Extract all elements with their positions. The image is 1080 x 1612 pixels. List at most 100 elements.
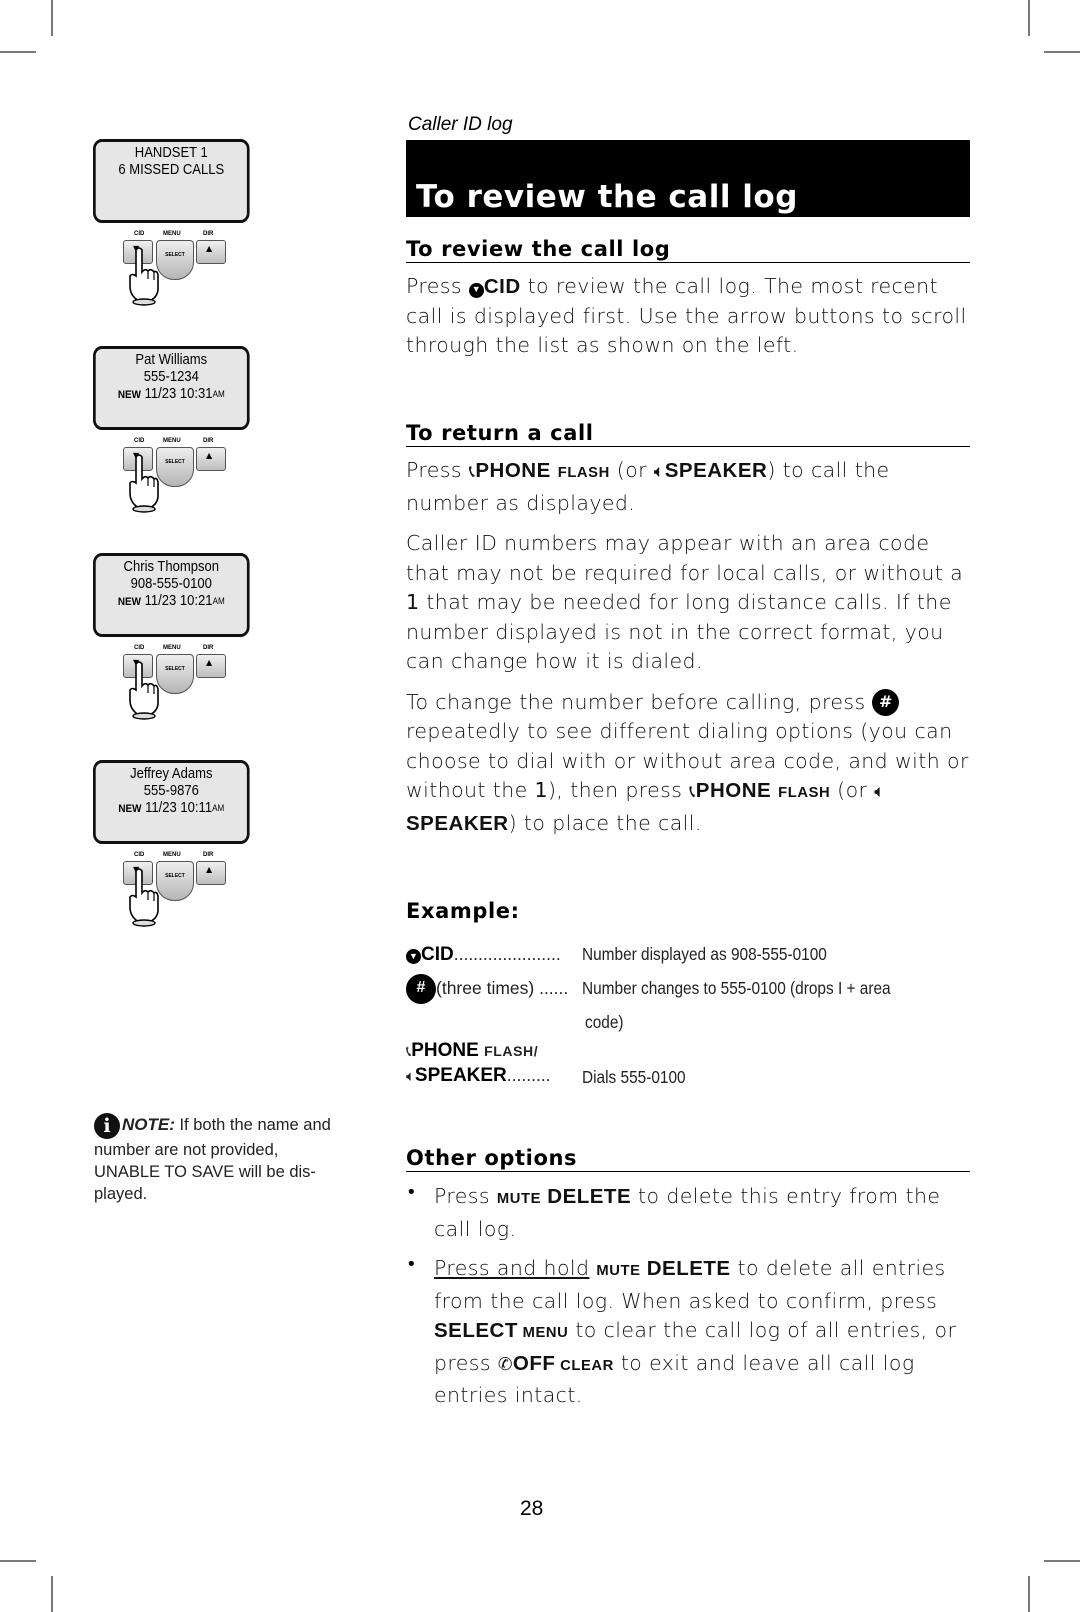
- title-bar: To review the call log: [406, 140, 970, 217]
- off-handset-icon: ✆: [497, 1354, 513, 1375]
- new-tag: NEW: [117, 596, 141, 608]
- page-title: To review the call log: [416, 179, 798, 215]
- text: Press: [406, 274, 469, 298]
- crop-mark: [1044, 1560, 1080, 1562]
- flash-key: FLASH: [778, 785, 831, 801]
- cid-label: CID: [134, 438, 145, 444]
- lcd-line-1: Chris Thompson: [123, 559, 220, 575]
- handset-screen-illustration: Pat Williams 555-1234 NEW 11/23 10:31AM …: [93, 346, 273, 518]
- mute-key: MUTE: [596, 1263, 641, 1279]
- leader-dots: .........: [506, 1065, 551, 1085]
- select-button: SELECT: [156, 447, 194, 487]
- paragraph: To change the number before calling, pre…: [406, 688, 970, 839]
- select-button: SELECT: [156, 654, 194, 694]
- speaker-icon: 🔈︎: [874, 782, 886, 802]
- lcd-line-1: Jeffrey Adams: [130, 766, 213, 782]
- info-icon: i: [94, 1113, 120, 1139]
- menu-label: MENU: [163, 231, 181, 237]
- section-label: Caller ID log: [408, 114, 513, 135]
- cid-down-icon: ▼: [406, 949, 421, 964]
- lcd-line-3: NEW 11/23 10:21AM: [96, 593, 247, 611]
- keypad: CID MENU DIR ▼ SELECT ▲: [123, 231, 263, 311]
- cid-label: CID: [134, 231, 145, 237]
- mute-key: MUTE: [496, 1191, 542, 1207]
- pointing-hand-icon: [129, 868, 159, 927]
- section-review: To review the call log Press ▼ CID to rev…: [406, 237, 970, 361]
- lcd-line-3: NEW 11/23 10:11AM: [96, 800, 247, 818]
- text: (or: [609, 458, 654, 482]
- example-row: ▼ CID......................: [406, 944, 561, 966]
- text: Caller ID numbers may appear with an are…: [406, 531, 964, 585]
- am-pm: AM: [212, 803, 225, 813]
- crop-mark: [1028, 0, 1030, 36]
- cid-down-icon: ▼: [468, 283, 484, 298]
- crop-mark: [1044, 51, 1080, 53]
- text: Press: [406, 458, 469, 482]
- menu-label: MENU: [163, 852, 181, 858]
- date-time: 11/23 10:21: [144, 593, 213, 609]
- cid-key: CID: [483, 275, 521, 298]
- example-desc: Dials 555-0100: [582, 1067, 686, 1087]
- text: (or: [830, 778, 875, 802]
- lcd-line-1: Pat Williams: [135, 352, 208, 368]
- am-pm: AM: [212, 596, 225, 606]
- note: i NOTE: If both the name and number are n…: [94, 1113, 334, 1205]
- menu-label: MENU: [163, 438, 181, 444]
- am-pm: AM: [212, 389, 225, 399]
- digit-one: 1: [406, 590, 420, 614]
- pointing-hand-icon: [129, 661, 159, 720]
- crop-mark: [51, 0, 53, 36]
- dir-label: DIR: [203, 438, 214, 444]
- flash-key: FLASH/: [484, 1043, 539, 1059]
- keypad: CID MENU DIR ▼ SELECT ▲: [123, 645, 263, 725]
- select-key: SELECT: [434, 1319, 518, 1342]
- cid-label: CID: [134, 852, 145, 858]
- section-return-call: To return a call Press 📞︎PHONE FLASH (or…: [406, 421, 970, 838]
- menu-key: MENU: [517, 1325, 569, 1341]
- clear-key: CLEAR: [555, 1357, 614, 1374]
- select-button: SELECT: [156, 240, 194, 280]
- text: ) to place the call.: [508, 810, 702, 835]
- phone-key: PHONE: [695, 779, 772, 802]
- up-arrow-icon: ▲: [206, 658, 213, 667]
- up-arrow-icon: ▲: [206, 865, 213, 874]
- text: To change the number before calling, pre…: [406, 689, 873, 714]
- example-row: 🔈︎SPEAKER.........: [406, 1065, 551, 1087]
- menu-label: MENU: [163, 645, 181, 651]
- off-key: OFF: [512, 1351, 556, 1375]
- section-heading: To review the call log: [406, 237, 970, 263]
- dir-up-button: ▲: [196, 861, 226, 885]
- keypad: CID MENU DIR ▼ SELECT ▲: [123, 852, 263, 932]
- page-number: 28: [520, 1497, 544, 1520]
- crop-mark: [0, 51, 36, 53]
- speaker-key: SPEAKER: [406, 811, 509, 835]
- section-heading: To return a call: [406, 421, 970, 447]
- list-item: Press and hold MUTE DELETE to delete all…: [406, 1254, 970, 1411]
- section-heading: Other options: [406, 1146, 970, 1172]
- lcd-display: Jeffrey Adams 555-9876 NEW 11/23 10:11AM: [93, 760, 250, 844]
- select-button: SELECT: [156, 861, 194, 901]
- dir-up-button: ▲: [196, 654, 226, 678]
- emphasis: Press and hold: [434, 1256, 590, 1280]
- pointing-hand-icon: [129, 454, 159, 513]
- digit-one: 1: [534, 778, 548, 802]
- speaker-key: SPEAKER: [414, 1065, 507, 1086]
- note-label: NOTE:: [122, 1115, 175, 1134]
- handset-screen-illustration: Chris Thompson 908-555-0100 NEW 11/23 10…: [93, 553, 273, 725]
- lcd-display: Pat Williams 555-1234 NEW 11/23 10:31AM: [93, 346, 250, 430]
- lcd-display: HANDSET 1 6 MISSED CALLS: [93, 139, 250, 223]
- up-arrow-icon: ▲: [206, 451, 213, 460]
- delete-key: DELETE: [541, 1185, 632, 1208]
- lcd-line-3: NEW 11/23 10:31AM: [96, 386, 247, 404]
- handset-screen-illustration: HANDSET 1 6 MISSED CALLS CID MENU DIR ▼ …: [93, 139, 273, 311]
- speaker-key: SPEAKER: [664, 459, 768, 482]
- example-desc-cont: code): [585, 1012, 624, 1032]
- lcd-line-1: HANDSET 1: [134, 145, 208, 161]
- crop-mark: [0, 1560, 36, 1562]
- new-tag: NEW: [117, 389, 141, 401]
- pound-key-icon: #: [872, 688, 900, 716]
- lcd-line-2: 908-555-0100: [130, 576, 212, 592]
- example-suffix: (three times): [436, 978, 540, 998]
- section-other-options: Other options Press MUTE DELETE to delet…: [406, 1146, 970, 1421]
- example-row: 📞︎PHONE FLASH/: [406, 1040, 538, 1062]
